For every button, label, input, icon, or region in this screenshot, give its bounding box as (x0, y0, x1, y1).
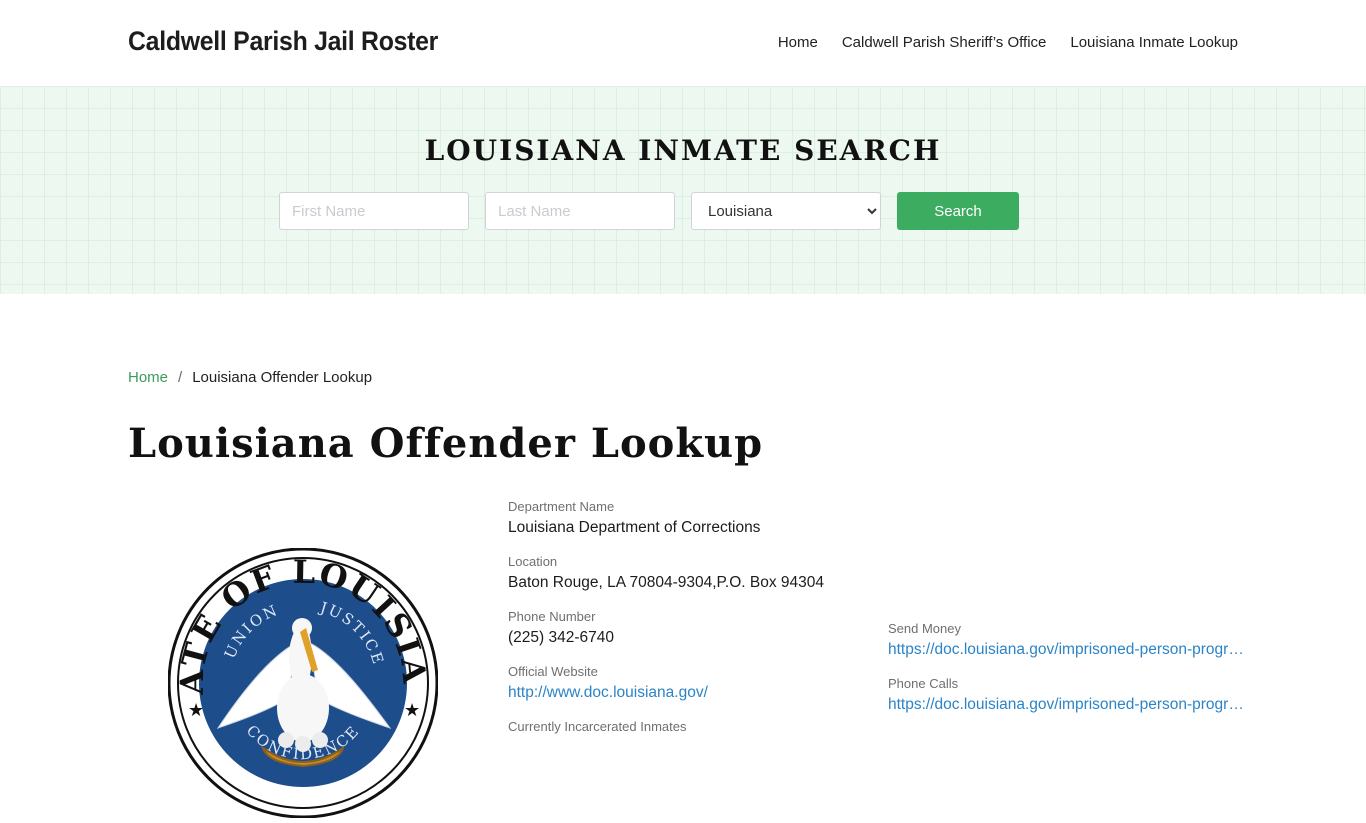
phone-calls-link[interactable]: https://doc.louisiana.gov/imprisoned-per… (888, 696, 1252, 714)
nav-home[interactable]: Home (778, 34, 818, 51)
seal-star-right-icon: ★ (404, 700, 420, 720)
details-column-secondary: Send Money https://doc.louisiana.gov/imp… (888, 621, 1268, 731)
inmates-label: Currently Incarcerated Inmates (508, 719, 687, 734)
department-label: Department Name (508, 499, 615, 514)
inmates-item: Currently Incarcerated Inmates (508, 719, 868, 734)
phone-item: Phone Number (225) 342-6740 (508, 609, 868, 647)
search-heading: LOUISIANA INMATE SEARCH (424, 134, 942, 167)
details-column-primary: Department Name Louisiana Department of … (508, 499, 868, 751)
department-value: Louisiana Department of Corrections (508, 519, 761, 536)
search-button[interactable]: Search (897, 192, 1019, 230)
location-value: Baton Rouge, LA 70804-9304,P.O. Box 9430… (508, 574, 824, 591)
location-item: Location Baton Rouge, LA 70804-9304,P.O.… (508, 554, 868, 592)
nav-sheriffs-office[interactable]: Caldwell Parish Sheriff’s Office (842, 34, 1047, 51)
site-header: Caldwell Parish Jail Roster Home Caldwel… (0, 0, 1366, 86)
official-website-link[interactable]: http://www.doc.louisiana.gov/ (508, 684, 868, 702)
breadcrumb: Home / Louisiana Offender Lookup (128, 369, 372, 386)
send-money-label: Send Money (888, 621, 961, 636)
website-item: Official Website http://www.doc.louisian… (508, 664, 868, 702)
phone-value: (225) 342-6740 (508, 629, 614, 646)
search-section: LOUISIANA INMATE SEARCH Louisiana Search (0, 86, 1366, 294)
louisiana-state-seal: STATE OF LOUISIANA UNION JUSTICE CONFIDE… (152, 518, 439, 819)
department-item: Department Name Louisiana Department of … (508, 499, 868, 537)
phone-calls-item: Phone Calls https://doc.louisiana.gov/im… (888, 676, 1268, 714)
phone-calls-label: Phone Calls (888, 676, 959, 691)
nav-inmate-lookup[interactable]: Louisiana Inmate Lookup (1070, 34, 1238, 51)
breadcrumb-separator: / (178, 369, 183, 386)
website-label: Official Website (508, 664, 598, 679)
breadcrumb-current: Louisiana Offender Lookup (192, 369, 373, 386)
last-name-input[interactable] (485, 192, 675, 230)
send-money-link[interactable]: https://doc.louisiana.gov/imprisoned-per… (888, 641, 1252, 659)
inmate-search-form: Louisiana Search (279, 192, 1019, 230)
phone-label: Phone Number (508, 609, 596, 624)
page-title: Louisiana Offender Lookup (128, 420, 764, 467)
site-title[interactable]: Caldwell Parish Jail Roster (128, 26, 438, 57)
seal-icon: STATE OF LOUISIANA UNION JUSTICE CONFIDE… (152, 518, 439, 819)
top-nav: Home Caldwell Parish Sheriff’s Office Lo… (778, 34, 1238, 51)
seal-star-left-icon: ★ (188, 700, 204, 720)
send-money-item: Send Money https://doc.louisiana.gov/imp… (888, 621, 1268, 659)
state-select[interactable]: Louisiana (691, 192, 881, 230)
first-name-input[interactable] (279, 192, 469, 230)
breadcrumb-home-link[interactable]: Home (128, 369, 168, 386)
location-label: Location (508, 554, 558, 569)
